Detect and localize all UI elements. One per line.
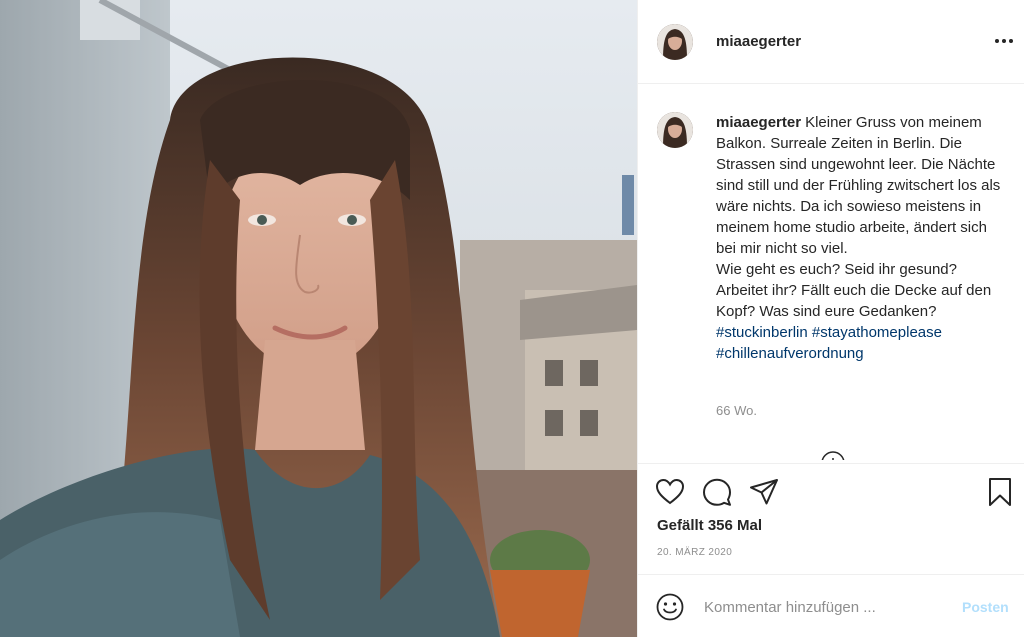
paper-plane-icon[interactable]	[748, 476, 780, 508]
post-photo[interactable]	[0, 0, 637, 637]
bookmark-icon[interactable]	[984, 476, 1016, 508]
hashtag-link[interactable]: #stuckinberlin	[716, 324, 808, 341]
post-author-username[interactable]: miaaegerter	[716, 33, 801, 50]
post-comment-button[interactable]: Posten	[962, 599, 1009, 615]
comment-bubble-icon[interactable]	[701, 476, 733, 508]
caption-time-ago[interactable]: 66 Wo.	[716, 403, 757, 418]
photo-illustration	[0, 0, 637, 637]
caption-avatar[interactable]	[657, 112, 693, 148]
comments-section: miaaegerter Kleiner Gruss von meinem Balk…	[638, 85, 1024, 460]
avatar[interactable]	[657, 24, 693, 60]
post-details-panel: miaaegerter miaaegerter Kleiner Gruss von…	[637, 0, 1024, 637]
add-comment-bar: Posten	[638, 574, 1024, 637]
like-count[interactable]: Gefällt 356 Mal	[657, 517, 762, 534]
caption-text-2: Wie geht es euch? Seid ihr gesund? Arbei…	[716, 261, 992, 320]
post-actions: Gefällt 356 Mal 20. MÄRZ 2020	[638, 463, 1024, 573]
caption-username[interactable]: miaaegerter	[716, 114, 801, 131]
heart-icon[interactable]	[654, 476, 686, 508]
post-date[interactable]: 20. MÄRZ 2020	[657, 547, 732, 558]
hashtag-link[interactable]: #chillenaufverordnung	[716, 345, 864, 362]
plus-circle-icon[interactable]	[820, 450, 846, 460]
more-options-icon[interactable]	[993, 30, 1015, 52]
comment-input[interactable]	[704, 595, 944, 619]
caption-text-1: Kleiner Gruss von meinem Balkon. Surreal…	[716, 114, 1001, 257]
hashtag-link[interactable]: #stayathomeplease	[812, 324, 942, 341]
smiley-icon[interactable]	[655, 592, 685, 622]
hashtag-list: #stuckinberlin #stayathomeplease #chillen…	[716, 324, 942, 362]
post-caption: miaaegerter Kleiner Gruss von meinem Balk…	[716, 112, 1011, 364]
post-header: miaaegerter	[638, 0, 1024, 84]
